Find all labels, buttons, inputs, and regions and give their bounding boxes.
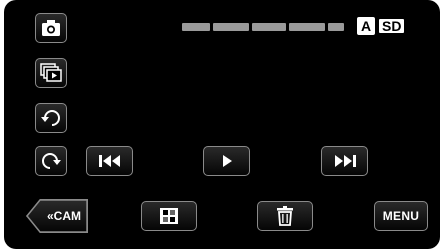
rotate-right-icon	[42, 153, 61, 169]
camera-mode-button[interactable]	[35, 13, 67, 43]
skip-next-icon	[334, 155, 356, 167]
play-button[interactable]	[203, 146, 250, 176]
previous-button[interactable]	[86, 146, 133, 176]
cam-button[interactable]: «CAM	[26, 199, 88, 233]
slideshow-button[interactable]	[35, 58, 67, 88]
rotate-left-icon	[41, 110, 60, 126]
storage-status: A SD	[357, 16, 407, 36]
cam-button-label: «CAM	[46, 209, 81, 223]
sd-card-badge: SD	[377, 17, 407, 35]
delete-button[interactable]	[257, 201, 313, 231]
next-button[interactable]	[321, 146, 368, 176]
rotate-right-button[interactable]	[35, 146, 67, 176]
trash-icon	[277, 206, 293, 226]
skip-previous-icon	[98, 155, 120, 167]
playback-screen: A SD «CAM MENU	[4, 0, 440, 249]
menu-button-label: MENU	[382, 209, 420, 223]
camera-icon	[42, 20, 60, 36]
index-grid-icon	[160, 208, 178, 224]
play-icon	[222, 155, 232, 167]
rotate-left-button[interactable]	[35, 103, 67, 133]
auto-badge: A	[357, 17, 375, 35]
index-button[interactable]	[141, 201, 197, 231]
date-time-display	[182, 22, 344, 32]
slideshow-icon	[40, 63, 62, 82]
menu-button[interactable]: MENU	[374, 201, 428, 231]
